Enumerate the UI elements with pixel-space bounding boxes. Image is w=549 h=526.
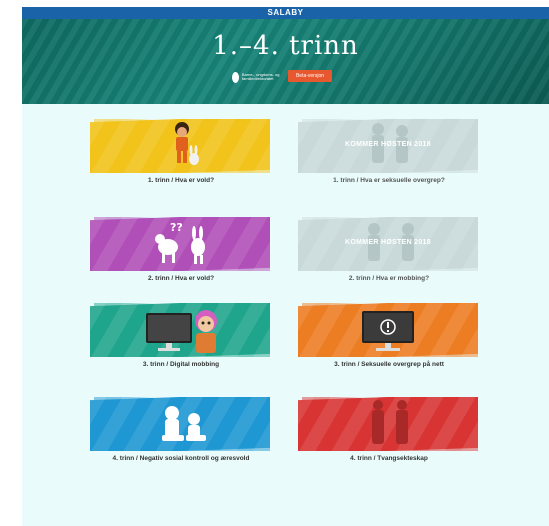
card-2-trinn-vold[interactable]: ?? 2. trinn / Hva er vold? bbox=[84, 217, 278, 297]
fighting-animals-icon: ?? bbox=[155, 221, 205, 264]
card-4-trinn-negativ-sosial-kontroll[interactable]: 4. trinn / Negativ sosial kontroll og ær… bbox=[84, 397, 278, 477]
card-image[interactable]: ?? bbox=[90, 217, 270, 271]
couple-silhouette-icon bbox=[372, 400, 408, 444]
page-title: 1.–4. trinn bbox=[212, 31, 359, 61]
site-header[interactable]: SALABY bbox=[22, 7, 549, 19]
card-caption[interactable]: 4. trinn / Negativ sosial kontroll og ær… bbox=[84, 455, 278, 462]
card-image[interactable] bbox=[298, 303, 478, 357]
bufdir-logo-text: Barne-, ungdoms- og familiedirektoratet bbox=[241, 72, 280, 81]
card-1-trinn-vold[interactable]: 1. trinn / Hva er vold? bbox=[84, 119, 278, 199]
card-image: KOMMER HØSTEN 2018 bbox=[298, 217, 478, 271]
card-4-trinn-tvangsekteskap[interactable]: 4. trinn / Tvangsekteskap bbox=[292, 397, 486, 477]
monitor-and-girl-icon bbox=[146, 310, 217, 353]
card-caption[interactable]: 3. trinn / Seksuelle overgrep på nett bbox=[292, 361, 486, 368]
bufdir-logo: Barne-, ungdoms- og familiedirektoratet bbox=[232, 71, 286, 83]
bufdir-logo-icon bbox=[232, 71, 239, 83]
card-3-trinn-digital-mobbing[interactable]: 3. trinn / Digital mobbing bbox=[84, 303, 278, 383]
card-caption[interactable]: 3. trinn / Digital mobbing bbox=[84, 361, 278, 368]
child-with-rabbit-icon bbox=[175, 122, 199, 165]
beta-badge: Beta-versjon bbox=[288, 70, 332, 82]
coming-soon-label: KOMMER HØSTEN 2018 bbox=[345, 141, 431, 148]
card-image[interactable] bbox=[90, 397, 270, 451]
card-1-trinn-seksuelle-overgrep: KOMMER HØSTEN 2018 1. trinn / Hva er sek… bbox=[292, 119, 486, 199]
card-caption[interactable]: 4. trinn / Tvangsekteskap bbox=[292, 455, 486, 462]
card-caption: 2. trinn / Hva er mobbing? bbox=[348, 275, 430, 282]
page-frame: SALABY 1.–4. trinn Barne-, ungdoms- og f… bbox=[22, 7, 549, 526]
card-caption: 1. trinn / Hva er seksuelle overgrep? bbox=[333, 177, 445, 184]
card-image[interactable] bbox=[90, 119, 270, 173]
svg-text:??: ?? bbox=[170, 221, 183, 234]
card-image[interactable] bbox=[90, 303, 270, 357]
children-sitting-icon bbox=[162, 406, 206, 441]
card-2-trinn-mobbing: KOMMER HØSTEN 2018 2. trinn / Hva er mob… bbox=[292, 217, 486, 297]
card-image: KOMMER HØSTEN 2018 bbox=[298, 119, 478, 173]
card-3-trinn-seksuelle-overgrep-nett[interactable]: 3. trinn / Seksuelle overgrep på nett bbox=[292, 303, 486, 383]
card-image[interactable] bbox=[298, 397, 478, 451]
monitor-warning-icon bbox=[362, 311, 414, 351]
card-caption[interactable]: 1. trinn / Hva er vold? bbox=[84, 177, 278, 184]
coming-soon-label: KOMMER HØSTEN 2018 bbox=[345, 239, 431, 246]
hero-banner: 1.–4. trinn Barne-, ungdoms- og familied… bbox=[22, 19, 549, 104]
card-caption[interactable]: 2. trinn / Hva er vold? bbox=[84, 275, 278, 282]
